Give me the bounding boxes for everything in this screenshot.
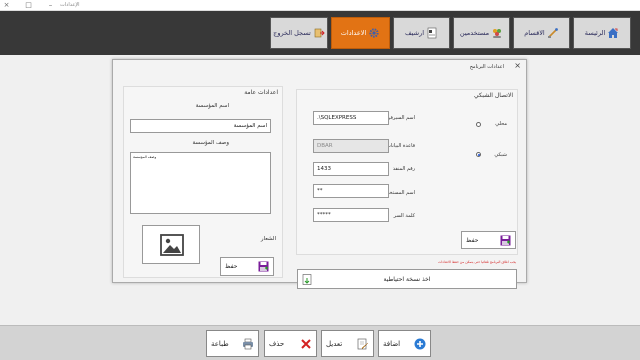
nav-home-label: الرئيسة [584,29,606,37]
port-label: رقم المنفذ [392,166,415,172]
nav-users-button[interactable]: مستخدمين [453,17,510,49]
nav-sections-button[interactable]: الاقسام [513,17,570,49]
add-label: اضافة [383,339,401,348]
nav-archive-button[interactable]: ارشيف [393,17,450,49]
username-input[interactable]: ** [313,184,389,198]
delete-label: حذف [269,339,285,348]
port-input[interactable]: 1433 [313,162,389,176]
logout-icon [313,27,325,39]
database-label: قاعدة البيانات [386,143,415,149]
edit-button[interactable]: تعديل [321,330,374,357]
window-close-button[interactable]: × [2,1,11,10]
nav-logout-label: تسجل الخروج [273,29,311,37]
logo-label: الشعار [260,236,276,242]
print-button[interactable]: طباعة [206,330,259,357]
nav-archive-label: ارشيف [404,29,425,37]
backup-label: اخذ نسخة احتياطية [383,275,431,283]
general-settings-panel: اعدادات عامة اسم المؤسسة اسم المؤسسة وصف… [123,86,283,278]
window-title: الإعدادات [60,2,80,8]
org-description-label: وصف المؤسسة [192,140,229,146]
print-label: طباعة [211,339,229,348]
save-icon [500,235,511,246]
restart-note: يجب اغلاق البرنامج تلقائيا حتى يتمكن من … [438,260,516,264]
bottom-toolbar: اضافة تعديل حذف طباعة [0,325,640,360]
network-settings-panel: الاتصال الشبكي محلي شبكي اسم السيرفر .\S… [296,89,518,255]
nav-users-label: مستخدمين [459,29,490,37]
window-titlebar: × □ – الإعدادات [0,0,640,11]
settings-dialog: اعدادات البرنامج × الاتصال الشبكي محلي ش… [112,59,527,289]
network-save-label: حفظ [466,236,479,244]
top-navigation-bar: الرئيسة الاقسام مستخدمين ارشيف الاعدادات… [0,11,640,55]
network-radio-label: شبكي [494,152,507,158]
local-radio-label: محلي [495,121,507,127]
add-button[interactable]: اضافة [378,330,431,357]
archive-icon [426,27,438,39]
window-minimize-button[interactable]: – [46,1,55,10]
users-icon [491,27,503,39]
general-save-button[interactable]: حفظ [220,257,274,276]
gear-icon [368,27,380,39]
backup-icon [302,274,313,285]
org-description-textarea[interactable]: وصف المؤسسة [130,152,271,214]
nav-sections-label: الاقسام [524,29,545,37]
dialog-close-button[interactable]: × [514,61,521,70]
delete-button[interactable]: حذف [264,330,317,357]
backup-button[interactable]: اخذ نسخة احتياطية [297,269,517,289]
add-icon [414,338,426,350]
password-input[interactable]: ***** [313,208,389,222]
password-label: كلمة السر [393,213,415,219]
home-icon [607,27,619,39]
org-name-label: اسم المؤسسة [195,103,229,109]
general-section-title: اعدادات عامة [244,89,278,96]
org-name-input[interactable]: اسم المؤسسة [130,119,271,133]
edit-label: تعديل [326,339,343,348]
edit-icon [357,338,369,350]
delete-icon [300,338,312,350]
save-icon [258,261,269,272]
local-radio[interactable] [476,122,481,127]
sections-icon [547,27,559,39]
general-save-label: حفظ [225,263,238,270]
window-restore-button[interactable]: □ [24,1,33,10]
logo-image[interactable] [142,225,200,264]
nav-settings-button[interactable]: الاعدادات [331,17,390,49]
printer-icon [242,338,254,350]
network-radio[interactable] [476,152,481,157]
dialog-title: اعدادات البرنامج [469,64,504,70]
network-save-button[interactable]: حفظ [461,231,516,249]
database-input: DBAR [313,139,389,153]
network-section-title: الاتصال الشبكي [473,92,513,99]
nav-settings-label: الاعدادات [340,29,367,37]
server-name-input[interactable]: .\SQLEXPRESS [313,111,389,125]
nav-logout-button[interactable]: تسجل الخروج [270,17,328,49]
nav-home-button[interactable]: الرئيسة [573,17,631,49]
image-icon [160,234,184,260]
server-name-label: اسم السيرفر [387,115,415,121]
